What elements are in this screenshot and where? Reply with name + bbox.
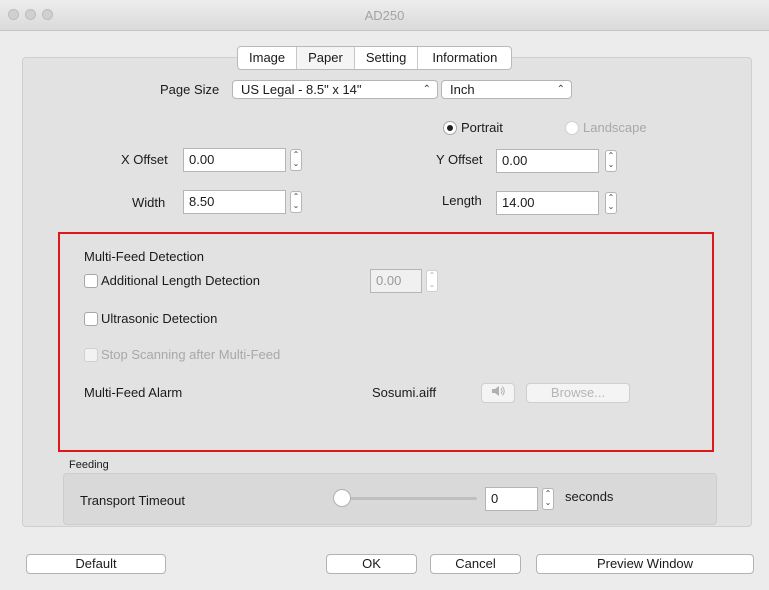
width-input[interactable]: 8.50 (183, 190, 286, 214)
length-stepper[interactable]: ⌃ ⌄ (605, 192, 617, 214)
width-stepper[interactable]: ⌃ ⌄ (290, 191, 302, 213)
page-size-select[interactable]: US Legal - 8.5" x 14" ⌃ (232, 80, 438, 99)
length-label: Length (442, 193, 482, 208)
timeout-slider-track[interactable] (340, 497, 477, 500)
cancel-button[interactable]: Cancel (430, 554, 521, 574)
stop-scanning-label: Stop Scanning after Multi-Feed (101, 347, 281, 362)
unit-value: Inch (450, 82, 475, 97)
stop-scanning-checkbox[interactable] (84, 348, 98, 362)
timeout-unit-label: seconds (565, 489, 614, 504)
title-bar: AD250 (0, 0, 769, 31)
transport-timeout-label: Transport Timeout (80, 493, 186, 508)
portrait-radio[interactable] (443, 121, 457, 135)
browse-button[interactable]: Browse... (526, 383, 630, 403)
y-offset-input[interactable]: 0.00 (496, 149, 599, 173)
alarm-value: Sosumi.aiff (372, 385, 437, 400)
length-input[interactable]: 14.00 (496, 191, 599, 215)
page-size-value: US Legal - 8.5" x 14" (241, 82, 362, 97)
updown-chevron-icon: ⌃ (422, 84, 431, 95)
x-offset-label: X Offset (121, 152, 168, 167)
speaker-icon (491, 385, 505, 400)
tab-setting[interactable]: Setting (355, 47, 419, 69)
timeout-stepper[interactable]: ⌃ ⌄ (542, 488, 554, 510)
preview-window-button[interactable]: Preview Window (536, 554, 754, 574)
width-label: Width (132, 195, 166, 210)
tab-paper[interactable]: Paper (297, 47, 355, 69)
ultrasonic-checkbox[interactable] (84, 312, 98, 326)
timeout-slider-thumb[interactable] (333, 489, 351, 507)
additional-length-checkbox[interactable] (84, 274, 98, 288)
x-offset-input[interactable]: 0.00 (183, 148, 286, 172)
multifeed-heading: Multi-Feed Detection (84, 249, 204, 264)
landscape-radio[interactable] (565, 121, 579, 135)
play-alarm-button[interactable] (481, 383, 515, 403)
y-offset-label: Y Offset (436, 152, 483, 167)
additional-length-stepper[interactable]: ⌃ ⌄ (426, 270, 438, 292)
additional-length-input[interactable]: 0.00 (370, 269, 422, 293)
x-offset-stepper[interactable]: ⌃ ⌄ (290, 149, 302, 171)
tab-image[interactable]: Image (238, 47, 298, 69)
unit-select[interactable]: Inch ⌃ (441, 80, 572, 99)
feeding-section-label: Feeding (69, 459, 109, 471)
additional-length-label: Additional Length Detection (101, 273, 261, 288)
y-offset-stepper[interactable]: ⌃ ⌄ (605, 150, 617, 172)
tab-information[interactable]: Information (418, 47, 511, 69)
landscape-label: Landscape (583, 120, 647, 135)
page-size-label: Page Size (160, 82, 220, 97)
window-title: AD250 (364, 8, 405, 23)
alarm-label: Multi-Feed Alarm (84, 385, 183, 400)
timeout-input[interactable]: 0 (485, 487, 538, 511)
ok-button[interactable]: OK (326, 554, 417, 574)
ultrasonic-label: Ultrasonic Detection (101, 311, 218, 326)
tab-bar: Image Paper Setting Information (237, 46, 513, 70)
portrait-label: Portrait (461, 120, 503, 135)
updown-chevron-icon: ⌃ (556, 84, 565, 95)
default-button[interactable]: Default (26, 554, 166, 574)
